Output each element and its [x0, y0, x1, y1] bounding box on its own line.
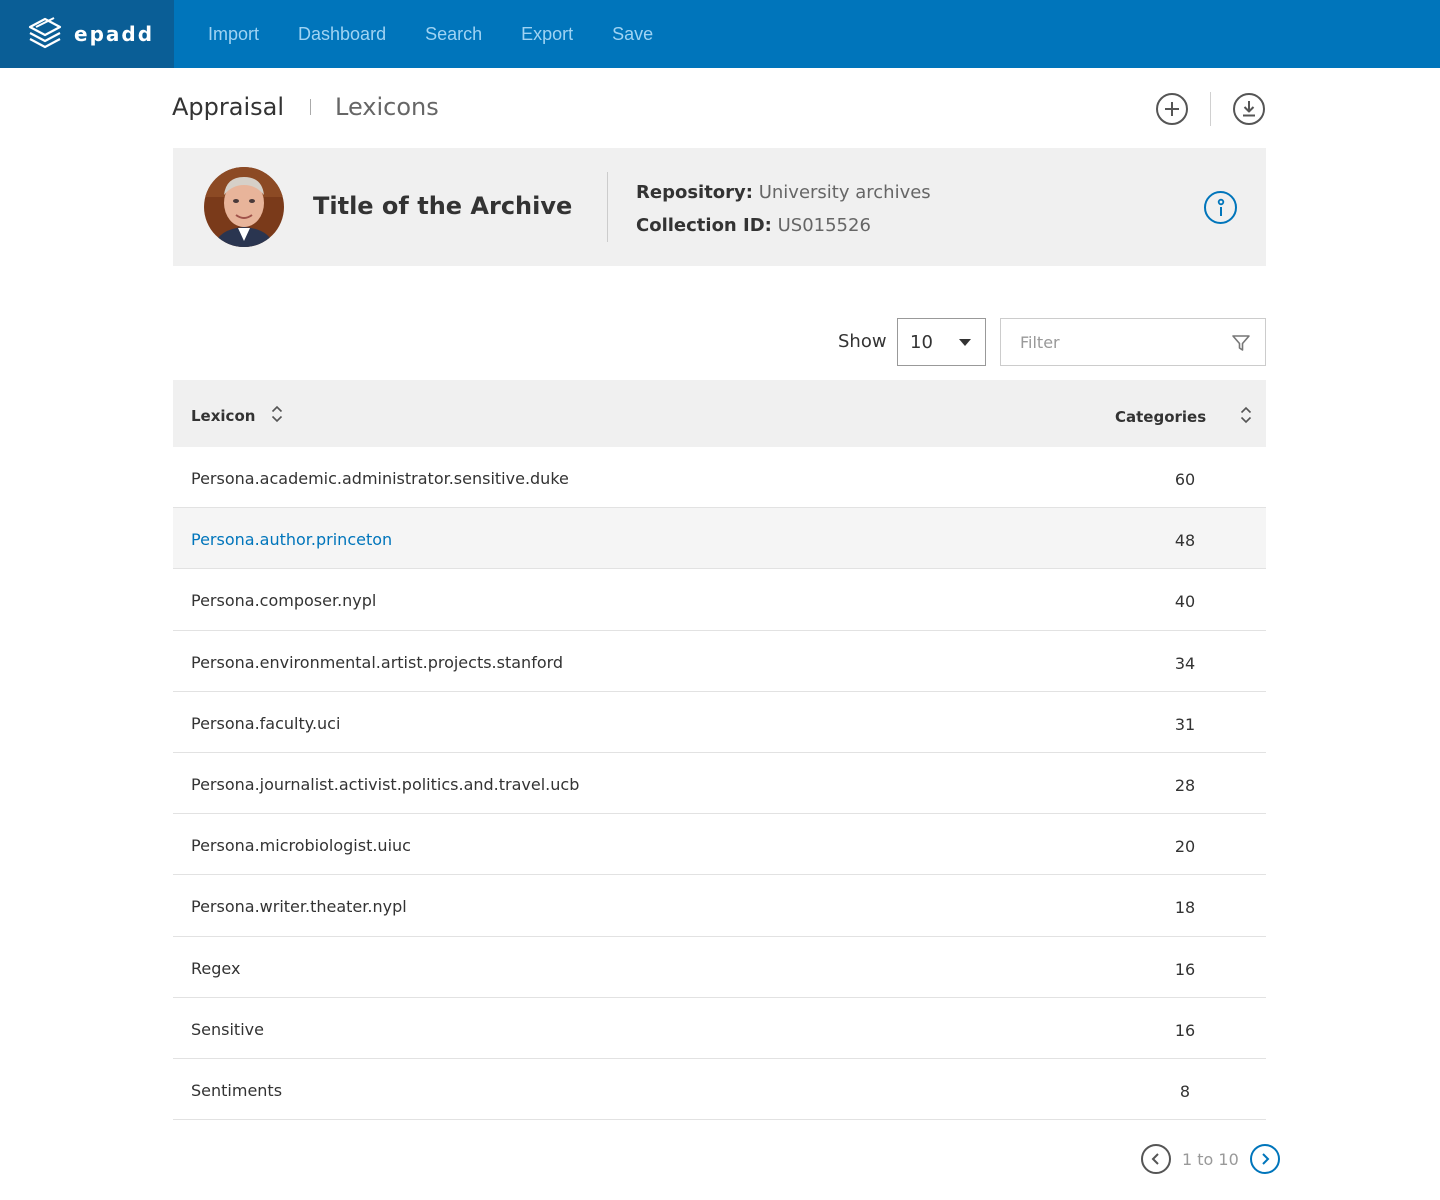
collection-value: US015526 — [777, 215, 871, 236]
table-row[interactable]: Persona.journalist.activist.politics.and… — [173, 753, 1266, 815]
filter-input[interactable] — [1001, 319, 1221, 365]
add-lexicon-button[interactable] — [1156, 93, 1188, 125]
repository-info: Repository: University archives — [636, 182, 931, 203]
lexicon-name[interactable]: Persona.journalist.activist.politics.and… — [191, 775, 579, 794]
page-size-value: 10 — [910, 331, 933, 353]
breadcrumb-lexicons: Lexicons — [335, 93, 439, 121]
chevron-left-icon — [1151, 1153, 1159, 1165]
panel-divider — [607, 172, 608, 242]
page-size-select[interactable]: 10 — [897, 318, 986, 366]
table-body: Persona.academic.administrator.sensitive… — [173, 447, 1266, 1121]
caret-down-icon — [959, 339, 971, 346]
logo-text: epadd — [74, 22, 155, 46]
lexicon-name[interactable]: Persona.academic.administrator.sensitive… — [191, 469, 569, 488]
category-count: 48 — [1174, 531, 1196, 551]
chevron-right-icon — [1262, 1153, 1270, 1165]
table-row[interactable]: Sensitive 16 — [173, 998, 1266, 1059]
table-row[interactable]: Persona.faculty.uci 31 — [173, 692, 1266, 753]
category-count: 40 — [1174, 592, 1196, 612]
archive-avatar — [204, 167, 284, 247]
nav-import[interactable]: Import — [208, 24, 259, 45]
column-lexicon[interactable]: Lexicon — [191, 404, 283, 428]
table-row[interactable]: Regex 16 — [173, 937, 1266, 998]
lexicon-name[interactable]: Persona.writer.theater.nypl — [191, 897, 407, 916]
category-count: 28 — [1174, 775, 1196, 795]
category-count: 16 — [1174, 1020, 1196, 1040]
breadcrumb-separator — [310, 99, 312, 115]
lexicon-name[interactable]: Persona.composer.nypl — [191, 591, 376, 610]
lexicon-name[interactable]: Sensitive — [191, 1020, 264, 1039]
app-logo[interactable]: epadd — [0, 0, 174, 68]
category-count: 8 — [1179, 1081, 1191, 1101]
repository-label: Repository: — [636, 182, 753, 203]
main-nav: Import Dashboard Search Export Save — [208, 0, 692, 68]
page-range-text: 1 to 10 — [1182, 1149, 1239, 1169]
table-row[interactable]: Sentiments 8 — [173, 1059, 1266, 1121]
table-row[interactable]: Persona.writer.theater.nypl 18 — [173, 875, 1266, 937]
sort-icon[interactable] — [271, 404, 283, 428]
archive-title: Title of the Archive — [313, 192, 573, 220]
collection-info: Collection ID: US015526 — [636, 215, 871, 236]
download-circle-icon — [1243, 101, 1255, 117]
layers-icon — [26, 15, 64, 53]
column-categories-label: Categories — [1115, 408, 1207, 426]
column-lexicon-label: Lexicon — [191, 407, 256, 425]
next-page-button[interactable] — [1249, 1144, 1280, 1174]
category-count: 18 — [1174, 898, 1196, 918]
table-row[interactable]: Persona.composer.nypl 40 — [173, 569, 1266, 631]
top-navigation-bar: epadd Import Dashboard Search Export Sav… — [0, 0, 1440, 68]
nav-export[interactable]: Export — [521, 24, 573, 45]
column-categories[interactable]: Categories — [1115, 405, 1252, 429]
table-header: Lexicon Categories — [173, 380, 1266, 447]
lexicon-name[interactable]: Regex — [191, 959, 240, 978]
nav-save[interactable]: Save — [612, 24, 653, 45]
archive-header-panel: Title of the Archive Repository: Univers… — [173, 148, 1266, 266]
download-button[interactable] — [1233, 93, 1265, 125]
nav-search[interactable]: Search — [425, 24, 482, 45]
category-count: 60 — [1174, 470, 1196, 489]
lexicon-name[interactable]: Persona.environmental.artist.projects.st… — [191, 653, 563, 672]
category-count: 16 — [1174, 959, 1196, 979]
table-row[interactable]: Persona.academic.administrator.sensitive… — [173, 447, 1266, 509]
lexicon-name[interactable]: Persona.author.princeton — [191, 530, 392, 549]
show-label: Show — [838, 331, 887, 352]
nav-dashboard[interactable]: Dashboard — [298, 24, 386, 45]
lexicon-name[interactable]: Sentiments — [191, 1081, 282, 1100]
repository-value: University archives — [758, 182, 931, 203]
pagination: 1 to 10 — [1141, 1144, 1280, 1174]
filter-box — [1000, 318, 1266, 366]
breadcrumb: Appraisal Lexicons — [172, 93, 439, 121]
info-icon — [1217, 198, 1224, 216]
archive-info-button[interactable] — [1204, 191, 1237, 224]
category-count: 31 — [1174, 714, 1196, 734]
breadcrumb-appraisal[interactable]: Appraisal — [172, 93, 284, 121]
collection-label: Collection ID: — [636, 215, 772, 236]
previous-page-button[interactable] — [1141, 1144, 1171, 1174]
category-count: 20 — [1174, 837, 1196, 857]
table-row[interactable]: Persona.microbiologist.uiuc 20 — [173, 814, 1266, 876]
page-actions — [1156, 92, 1265, 126]
funnel-icon[interactable] — [1231, 333, 1251, 357]
table-row[interactable]: Persona.environmental.artist.projects.st… — [173, 631, 1266, 692]
plus-circle-icon — [1165, 102, 1179, 116]
actions-divider — [1210, 92, 1211, 126]
lexicon-name[interactable]: Persona.microbiologist.uiuc — [191, 836, 411, 855]
table-row[interactable]: Persona.author.princeton 48 — [173, 508, 1266, 570]
lexicon-name[interactable]: Persona.faculty.uci — [191, 714, 340, 733]
sort-icon[interactable] — [1240, 405, 1252, 429]
lexicon-table: Lexicon Categories Persona.academic.admi… — [173, 380, 1266, 1121]
category-count: 34 — [1174, 653, 1196, 673]
